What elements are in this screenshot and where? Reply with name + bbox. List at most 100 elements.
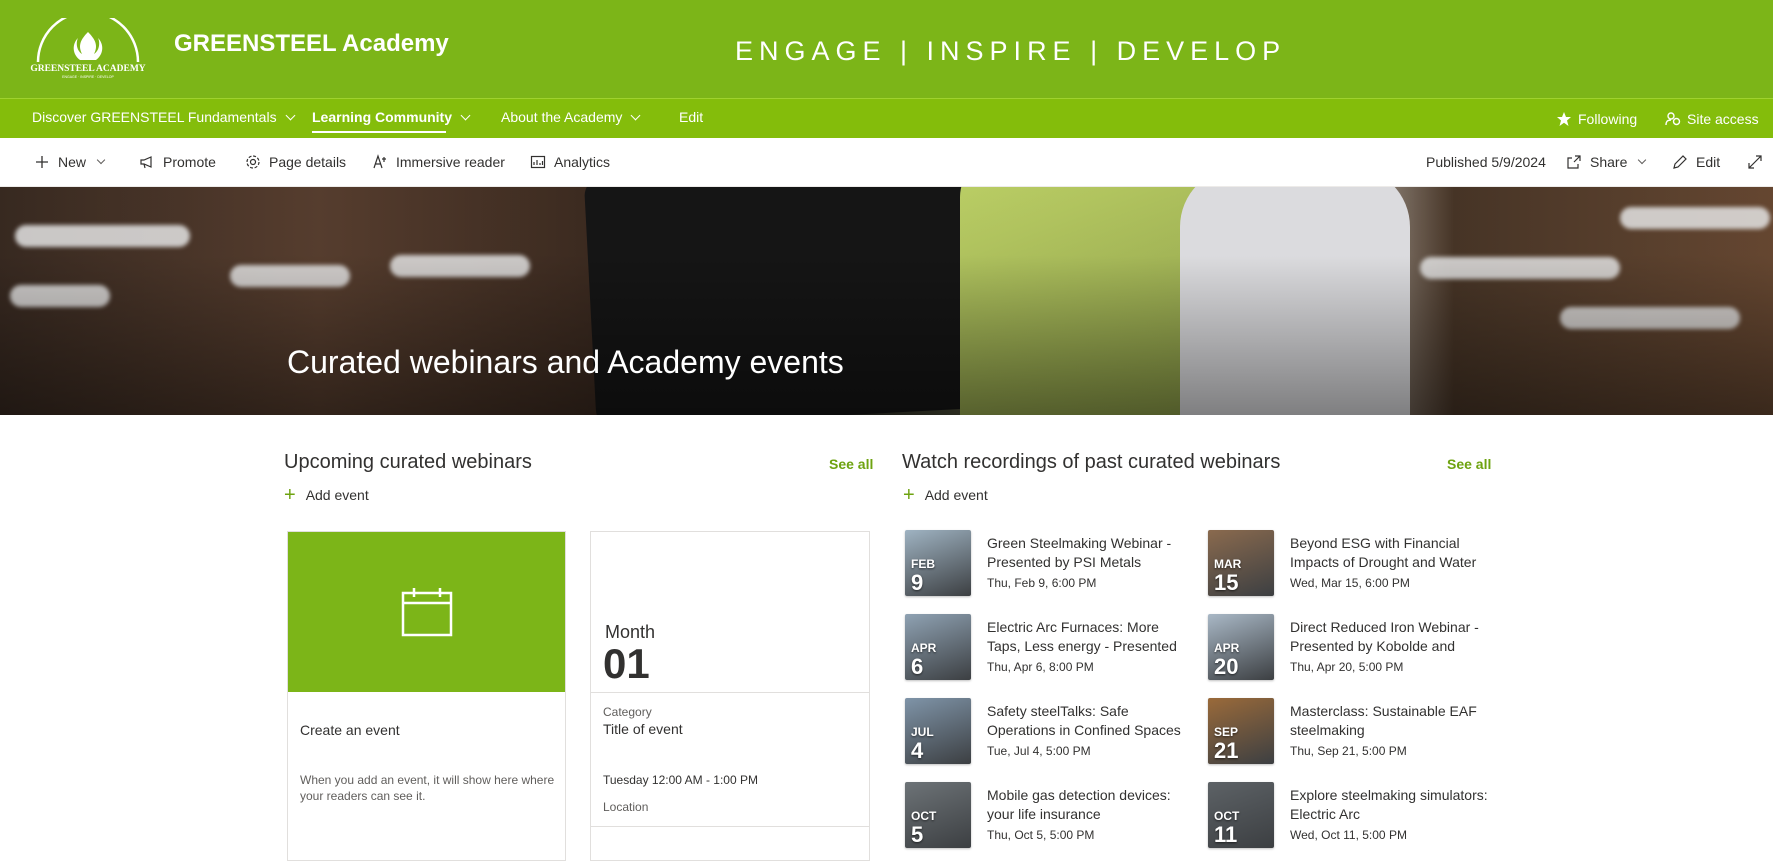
recording-thumbnail: FEB 9 (905, 530, 971, 596)
chevron-down-icon (285, 110, 296, 120)
site-access-button[interactable]: Site access (1665, 111, 1759, 127)
recording-item[interactable]: OCT 5 Mobile gas detection devices: your l… (905, 782, 1195, 852)
pencil-icon (1673, 155, 1687, 169)
recording-date: Thu, Apr 20, 5:00 PM (1290, 660, 1404, 674)
create-event-title: Create an event (300, 722, 400, 738)
nav-label: About the Academy (501, 109, 623, 125)
new-label: New (58, 154, 87, 170)
card-divider (591, 692, 869, 693)
nav-discover-fundamentals[interactable]: Discover GREENSTEEL Fundamentals (32, 109, 296, 125)
recording-item[interactable]: APR 6 Electric Arc Furnaces: More Taps, Le… (905, 614, 1195, 684)
nav-label: Edit (679, 109, 704, 125)
recording-title: Beyond ESG with Financial Impacts of Dro… (1290, 535, 1477, 570)
share-label: Share (1590, 154, 1628, 170)
analytics-label: Analytics (554, 154, 611, 170)
recording-thumbnail: OCT 5 (905, 782, 971, 848)
following-button[interactable]: Following (1556, 111, 1637, 127)
star-icon (1557, 112, 1571, 126)
add-event-label: Add event (924, 487, 988, 503)
recording-thumbnail: SEP 21 (1208, 698, 1274, 764)
recording-title: Green Steelmaking Webinar - Presented by… (987, 535, 1172, 570)
share-icon (1567, 155, 1581, 169)
nav-label: Discover GREENSTEEL Fundamentals (32, 109, 277, 125)
event-location: Location (603, 800, 649, 814)
sample-event-card[interactable]: Month 01 Category Title of event Tuesday… (590, 531, 870, 861)
published-label: Published 5/9/2024 (1426, 154, 1546, 170)
thumbnail-month: SEP (1214, 725, 1239, 739)
thumbnail-day: 6 (911, 654, 924, 679)
recording-date: Wed, Mar 15, 6:00 PM (1290, 576, 1410, 590)
hero-banner (0, 187, 1773, 415)
thumbnail-month: APR (1214, 641, 1240, 655)
logo-text: GREENSTEEL ACADEMY (30, 64, 145, 74)
event-category: Category (603, 705, 652, 719)
recording-thumbnail: OCT 11 (1208, 782, 1274, 848)
upcoming-section-title: Upcoming curated webinars (284, 451, 532, 473)
share-button[interactable]: Share (1566, 154, 1647, 170)
thumbnail-day: 11 (1214, 822, 1238, 847)
recording-item[interactable]: OCT 11 Explore steelmaking simulators: Ele… (1208, 782, 1498, 852)
card-divider (591, 826, 869, 827)
thumbnail-month: MAR (1214, 557, 1242, 571)
recording-item[interactable]: JUL 4 Safety steelTalks: Safe Operations i… (905, 698, 1195, 768)
expand-button[interactable] (1747, 154, 1763, 170)
recording-date: Thu, Sep 21, 5:00 PM (1290, 744, 1407, 758)
thumbnail-month: FEB (911, 557, 935, 571)
plus-icon (36, 156, 48, 168)
recording-date: Tue, Jul 4, 5:00 PM (987, 744, 1091, 758)
recordings-add-event-button[interactable]: + Add event (903, 484, 988, 506)
recording-item[interactable]: FEB 9 Green Steelmaking Webinar - Presente… (905, 530, 1195, 600)
logo-subtext: ENGAGE · INSPIRE · DEVELOP (62, 75, 114, 79)
thumbnail-day: 15 (1214, 570, 1239, 595)
thumbnail-month: OCT (911, 809, 937, 823)
edit-label: Edit (1696, 154, 1721, 170)
recording-title: Explore steelmaking simulators: Electric… (1290, 787, 1488, 822)
recording-title: Direct Reduced Iron Webinar - Presented … (1290, 619, 1479, 654)
thumbnail-month: APR (911, 641, 937, 655)
analytics-button[interactable]: Analytics (530, 154, 610, 170)
upcoming-see-all-link[interactable]: See all (829, 456, 873, 472)
reader-icon (373, 154, 386, 169)
thumbnail-day: 9 (911, 570, 924, 595)
recording-title: Masterclass: Sustainable EAF steelmaking (1290, 703, 1477, 738)
recording-item[interactable]: MAR 15 Beyond ESG with Financial Impacts o… (1208, 530, 1498, 600)
add-event-label: Add event (305, 487, 369, 503)
nav-edit[interactable]: Edit (679, 109, 703, 125)
recording-date: Thu, Feb 9, 6:00 PM (987, 576, 1097, 590)
nav-learning-community[interactable]: Learning Community (312, 109, 471, 125)
immersive-reader-button[interactable]: Immersive reader (372, 154, 505, 170)
site-access-label: Site access (1687, 111, 1759, 127)
upcoming-add-event-button[interactable]: + Add event (284, 485, 369, 505)
recording-title: Electric Arc Furnaces: More Taps, Less e… (987, 619, 1177, 654)
page-title: Curated webinars and Academy events (287, 344, 844, 380)
hero-shade (0, 187, 1773, 415)
edit-button[interactable]: Edit (1672, 154, 1720, 170)
promote-button[interactable]: Promote (139, 154, 216, 170)
recording-item[interactable]: SEP 21 Masterclass: Sustainable EAF steelm… (1208, 698, 1498, 768)
create-event-card[interactable]: Create an event When you add an event, i… (287, 531, 566, 861)
people-icon (1665, 112, 1681, 126)
recordings-see-all-link[interactable]: See all (1447, 456, 1491, 472)
following-label: Following (1578, 111, 1638, 127)
event-title: Title of event (603, 721, 683, 737)
page-details-button[interactable]: Page details (245, 154, 346, 170)
site-header: GREENSTEEL ACADEMY ENGAGE · INSPIRE · DE… (0, 0, 1773, 98)
recording-date: Thu, Apr 6, 8:00 PM (987, 660, 1094, 674)
chevron-down-icon (1638, 155, 1647, 165)
site-tagline: ENGAGE | INSPIRE | DEVELOP (735, 36, 1287, 66)
plus-icon: + (903, 484, 915, 506)
thumbnail-day: 4 (911, 738, 924, 763)
recording-item[interactable]: APR 20 Direct Reduced Iron Webinar - Prese… (1208, 614, 1498, 684)
gear-icon (246, 155, 260, 169)
megaphone-icon (140, 156, 152, 169)
thumbnail-month: JUL (911, 725, 934, 739)
site-logo[interactable]: GREENSTEEL ACADEMY ENGAGE · INSPIRE · DE… (30, 10, 146, 80)
event-time: Tuesday 12:00 AM - 1:00 PM (603, 773, 758, 787)
page-details-label: Page details (269, 154, 347, 170)
recording-date: Thu, Oct 5, 5:00 PM (987, 828, 1095, 842)
nav-about-academy[interactable]: About the Academy (501, 109, 641, 125)
site-title[interactable]: GREENSTEEL Academy (174, 30, 449, 58)
new-button[interactable]: New (34, 154, 106, 170)
calendar-icon (401, 588, 452, 637)
recording-title: Safety steelTalks: Safe Operations in Co… (987, 703, 1181, 738)
